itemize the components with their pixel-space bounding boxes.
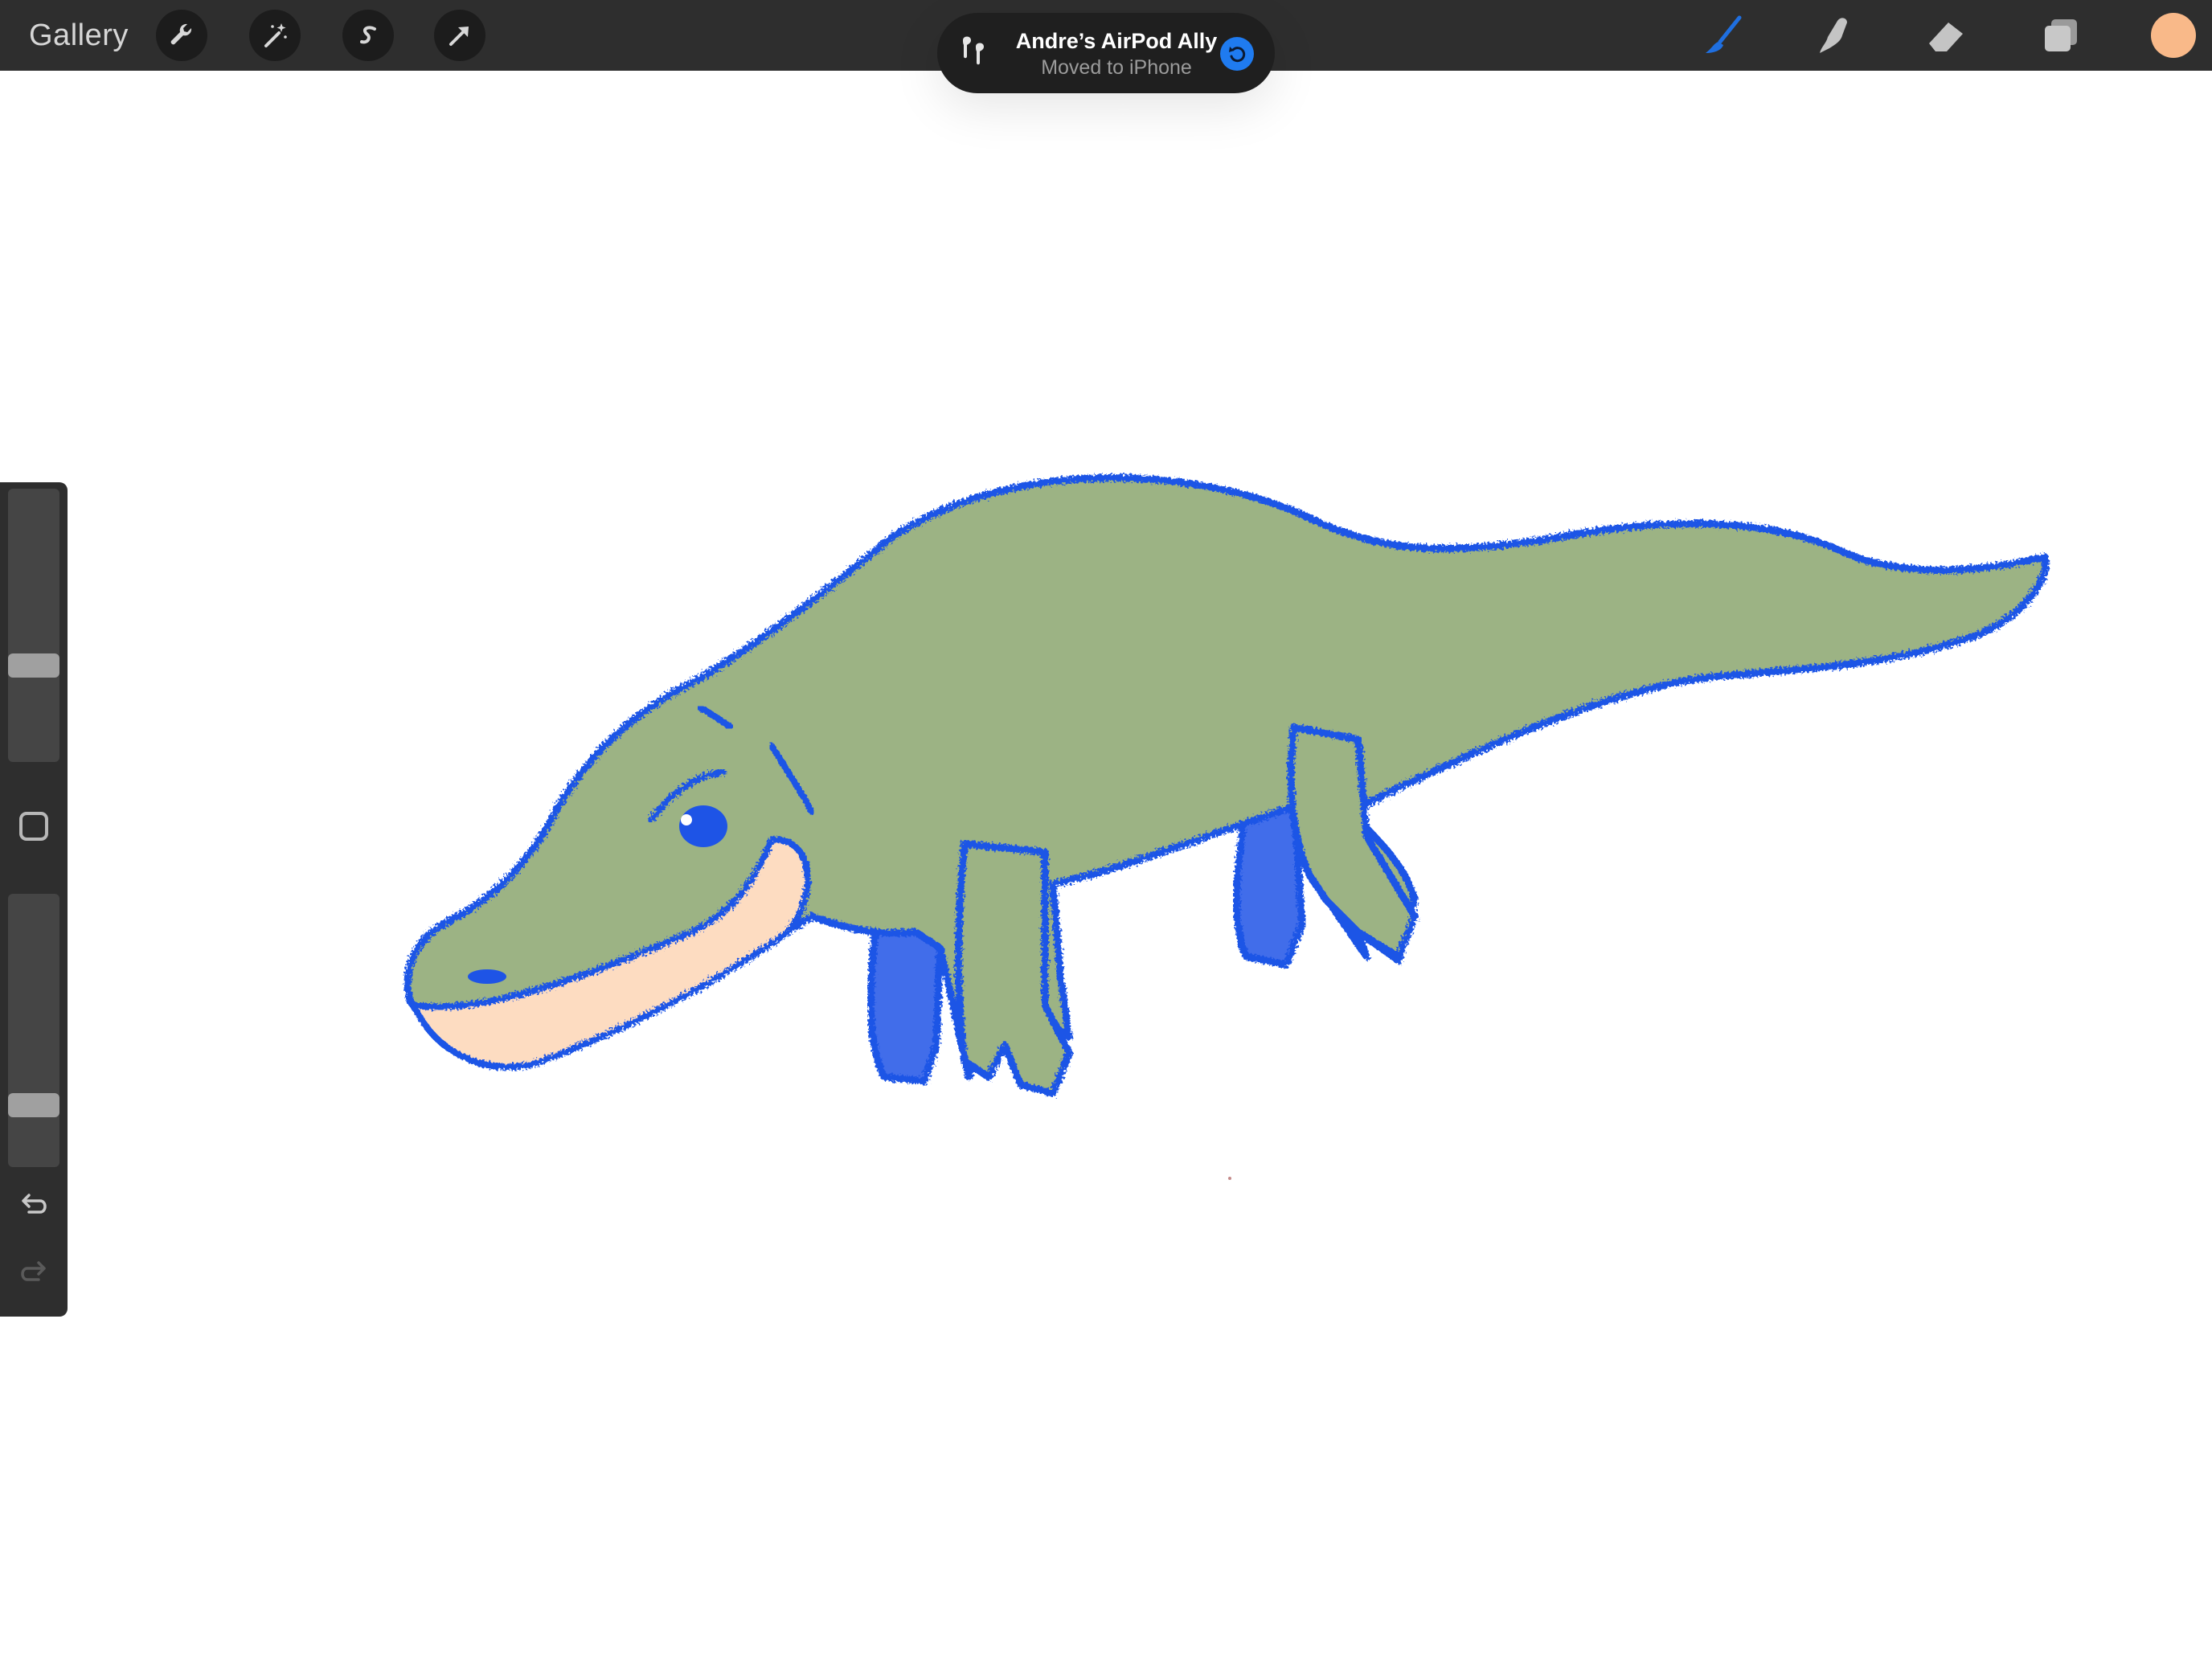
magic-wand-icon bbox=[264, 23, 287, 47]
crocodile-drawing bbox=[403, 474, 2050, 1180]
smudge-icon bbox=[1820, 18, 1847, 53]
eraser-icon bbox=[1929, 23, 1963, 51]
transform-button[interactable] bbox=[434, 10, 485, 61]
layers-icon bbox=[2045, 19, 2077, 51]
layers-button[interactable] bbox=[2035, 10, 2087, 61]
airpods-icon bbox=[963, 36, 984, 65]
transform-arrow-icon bbox=[449, 27, 469, 46]
eraser-tool-button[interactable] bbox=[1921, 10, 1972, 61]
adjustments-button[interactable] bbox=[249, 10, 301, 61]
brush-icon bbox=[1706, 15, 1742, 53]
gallery-button[interactable]: Gallery bbox=[29, 14, 129, 56]
crocodile-eye bbox=[679, 805, 727, 847]
wrench-icon bbox=[170, 23, 192, 45]
smudge-tool-button[interactable] bbox=[1809, 10, 1860, 61]
notification-title: Andre’s AirPod Ally bbox=[1015, 29, 1218, 53]
eye-highlight bbox=[681, 814, 692, 825]
notification-undo-button[interactable] bbox=[1220, 37, 1254, 71]
drawing-canvas[interactable] bbox=[0, 71, 2212, 1659]
front-far-leg bbox=[866, 920, 944, 1085]
selection-button[interactable] bbox=[342, 10, 394, 61]
brush-tool-button[interactable] bbox=[1698, 10, 1749, 61]
actions-button[interactable] bbox=[156, 10, 207, 61]
undo-arrow-icon bbox=[1229, 47, 1246, 63]
color-picker-button[interactable] bbox=[2151, 13, 2196, 58]
selection-icon bbox=[360, 26, 376, 44]
stray-dot bbox=[1228, 1177, 1231, 1180]
crocodile-nostril bbox=[468, 969, 506, 984]
